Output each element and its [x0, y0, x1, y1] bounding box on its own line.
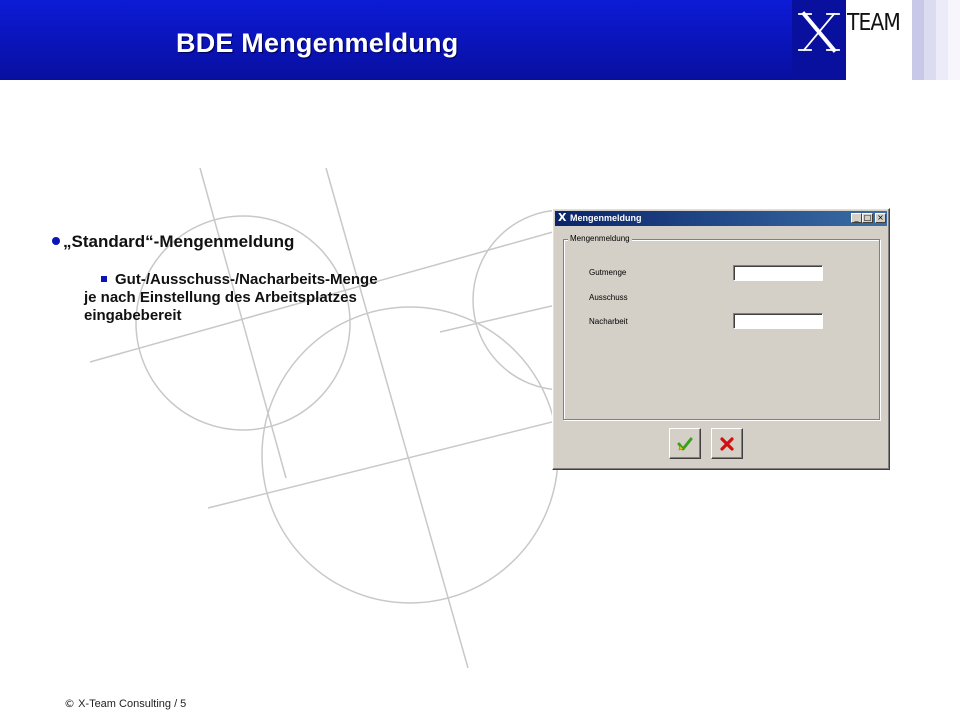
nacharbeit-input[interactable] — [733, 313, 823, 329]
logo-fade-strip — [936, 0, 948, 80]
maximize-button[interactable]: □ — [862, 213, 873, 223]
logo-fade-strip — [924, 0, 936, 80]
bullet-level2-line1: Gut-/Ausschuss-/Nacharbeits-Menge — [115, 271, 378, 288]
xteam-logo-wordmark: TEAM — [846, 0, 912, 80]
groupbox-label: Mengenmeldung — [568, 233, 632, 244]
ausschuss-label: Ausschuss — [589, 293, 628, 302]
square-bullet-icon — [101, 276, 107, 282]
nacharbeit-label: Nacharbeit — [589, 317, 628, 326]
green-check-arrow-icon — [677, 437, 693, 451]
dialog-titlebar[interactable]: X Mengenmeldung _ □ × — [555, 211, 887, 226]
gutmenge-input[interactable] — [733, 265, 823, 281]
slide-footer: © X-Team Consulting / 5 — [64, 697, 186, 710]
mengenmeldung-dialog: X Mengenmeldung _ □ × Mengenmeldung Gutm… — [552, 208, 890, 470]
close-button[interactable]: × — [875, 213, 886, 223]
bullet-level1-text: „Standard“-Mengenmeldung — [63, 232, 295, 251]
gutmenge-label: Gutmenge — [589, 268, 627, 277]
bullet-level2-line2: je nach Einstellung des Arbeitsplatzes — [84, 289, 357, 306]
bullet-level1: „Standard“-Mengenmeldung — [52, 232, 294, 252]
bullet-level2: Gut-/Ausschuss-/Nacharbeits-Menge je nac… — [84, 271, 458, 325]
cancel-button[interactable] — [711, 428, 743, 459]
logo-fade-strip — [912, 0, 924, 80]
footer-page-number: / 5 — [174, 698, 187, 710]
logo-fade-strip — [948, 0, 960, 80]
red-x-icon — [720, 437, 734, 451]
close-icon: × — [877, 213, 884, 222]
footer-company: X-Team Consulting — [78, 698, 171, 710]
copyright-icon: © — [64, 697, 75, 710]
round-bullet-icon — [52, 237, 60, 245]
x-app-icon: X — [558, 211, 567, 224]
minimize-icon: _ — [854, 213, 859, 222]
logo-text: TEAM — [847, 10, 901, 36]
xteam-logo-mark — [792, 0, 846, 80]
dialog-title: Mengenmeldung — [570, 213, 642, 223]
minimize-button[interactable]: _ — [851, 213, 862, 223]
x-logo-icon — [798, 11, 840, 53]
slide-title: BDE Mengenmeldung — [176, 28, 459, 58]
maximize-icon: □ — [863, 213, 872, 222]
bullet-level2-line3: eingabebereit — [84, 307, 182, 324]
mengenmeldung-groupbox — [563, 239, 880, 420]
ok-button[interactable] — [669, 428, 701, 459]
